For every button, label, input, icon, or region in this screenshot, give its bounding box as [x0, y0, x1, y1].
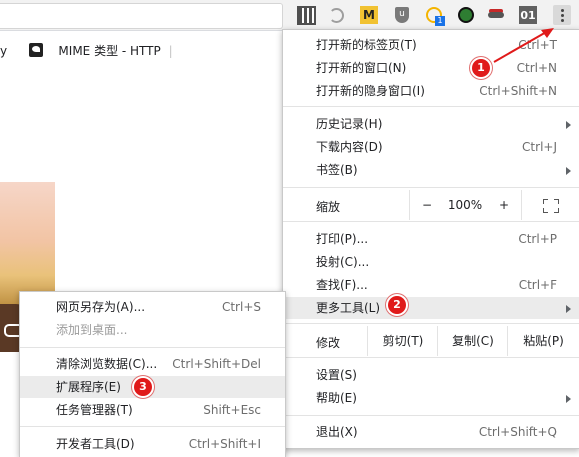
save-page-shortcut: Ctrl+S	[221, 300, 261, 314]
menu-help[interactable]: 帮助(E)	[283, 387, 579, 409]
history-icon[interactable]	[327, 6, 345, 24]
menu-find[interactable]: 查找(F)... Ctrl+F	[283, 274, 579, 296]
menu-new-incognito-shortcut: Ctrl+Shift+N	[479, 84, 557, 98]
add-to-desktop-label: 添加到桌面...	[56, 323, 128, 337]
menu-print[interactable]: 打印(P)... Ctrl+P	[283, 228, 579, 250]
ublock-icon[interactable]: u	[393, 6, 411, 24]
zoom-in-button[interactable]: +	[487, 190, 521, 220]
menu-separator	[20, 347, 285, 348]
dev-tools-label: 开发者工具(D)	[56, 437, 135, 451]
menu-new-window-label: 打开新的窗口(N)	[316, 61, 407, 75]
menu-new-tab-label: 打开新的标签页(T)	[316, 38, 417, 52]
dev-tools-shortcut: Ctrl+Shift+I	[188, 437, 261, 451]
step-badge-3: 3	[134, 378, 152, 396]
submenu-arrow-icon	[566, 305, 571, 313]
menu-cast-label: 投射(C)...	[316, 255, 370, 269]
edit-label: 修改	[316, 336, 341, 350]
step-badge-1: 1	[472, 59, 490, 77]
menu-separator	[283, 187, 579, 188]
menu-find-label: 查找(F)...	[316, 278, 368, 292]
submenu-save-page[interactable]: 网页另存为(A)... Ctrl+S	[20, 296, 285, 318]
menu-bookmarks-label: 书签(B)	[316, 163, 358, 177]
menu-downloads[interactable]: 下载内容(D) Ctrl+J	[283, 136, 579, 158]
menu-print-label: 打印(P)...	[316, 232, 369, 246]
submenu-add-to-desktop[interactable]: 添加到桌面...	[20, 319, 285, 341]
task-manager-shortcut: Shift+Esc	[203, 403, 261, 417]
menu-separator	[283, 357, 579, 358]
submenu-arrow-icon	[566, 167, 571, 175]
tab-title-row: y MIME 类型 - HTTP |	[0, 43, 173, 58]
copy-button[interactable]: 复制(C)	[437, 326, 508, 356]
extensions-label: 扩展程序(E)	[56, 380, 121, 394]
menu-find-shortcut: Ctrl+F	[518, 278, 557, 292]
address-bar[interactable]	[0, 3, 283, 29]
site-favicon-icon	[28, 43, 43, 57]
menu-edit-row: 修改 剪切(T) 复制(C) 粘贴(P)	[283, 326, 579, 356]
menu-exit[interactable]: 退出(X) Ctrl+Shift+Q	[283, 421, 579, 443]
fullscreen-icon[interactable]	[521, 190, 579, 220]
submenu-dev-tools[interactable]: 开发者工具(D) Ctrl+Shift+I	[20, 433, 285, 455]
zoom-value: 100%	[447, 198, 483, 212]
menu-exit-label: 退出(X)	[316, 425, 358, 439]
menu-separator	[283, 106, 579, 107]
checker-icon[interactable]: 1	[425, 6, 445, 26]
clear-data-shortcut: Ctrl+Shift+Del	[172, 357, 261, 371]
menu-separator	[283, 415, 579, 416]
submenu-arrow-icon	[566, 395, 571, 403]
menu-zoom-row: 缩放 − 100% +	[283, 190, 579, 220]
menu-separator	[20, 426, 285, 427]
menu-settings-label: 设置(S)	[316, 368, 357, 382]
submenu-arrow-icon	[566, 121, 571, 129]
menu-downloads-shortcut: Ctrl+J	[522, 140, 557, 154]
paste-button[interactable]: 粘贴(P)	[507, 326, 579, 356]
cut-button[interactable]: 剪切(T)	[367, 326, 438, 356]
submenu-task-manager[interactable]: 任务管理器(T) Shift+Esc	[20, 399, 285, 421]
menu-print-shortcut: Ctrl+P	[518, 232, 557, 246]
menu-exit-shortcut: Ctrl+Shift+Q	[478, 425, 557, 439]
checker-badge: 1	[435, 16, 445, 26]
menu-new-incognito[interactable]: 打开新的隐身窗口(I) Ctrl+Shift+N	[283, 80, 579, 102]
menu-cast[interactable]: 投射(C)...	[283, 251, 579, 273]
m-extension-icon[interactable]: M	[360, 6, 378, 24]
menu-bookmarks[interactable]: 书签(B)	[283, 159, 579, 181]
lock-extension-icon[interactable]	[457, 6, 475, 24]
qr-code-icon[interactable]	[296, 5, 316, 25]
menu-downloads-label: 下载内容(D)	[316, 140, 383, 154]
annotation-arrow-icon	[493, 28, 554, 63]
save-page-label: 网页另存为(A)...	[56, 300, 146, 314]
zoom-out-button[interactable]: −	[409, 190, 444, 220]
menu-settings[interactable]: 设置(S)	[283, 364, 579, 386]
tab-prefix: y	[0, 44, 8, 58]
step-badge-2: 2	[388, 296, 406, 314]
more-tools-submenu: 网页另存为(A)... Ctrl+S 添加到桌面... 清除浏览数据(C)...…	[19, 291, 286, 457]
chrome-main-menu: 打开新的标签页(T) Ctrl+T 打开新的窗口(N) Ctrl+N 打开新的隐…	[282, 29, 579, 449]
zoom-label: 缩放	[316, 200, 341, 214]
submenu-extensions[interactable]: 扩展程序(E)	[20, 376, 285, 398]
task-manager-label: 任务管理器(T)	[56, 403, 133, 417]
menu-more-tools-label: 更多工具(L)	[316, 301, 381, 315]
menu-history[interactable]: 历史记录(H)	[283, 113, 579, 135]
clear-data-label: 清除浏览数据(C)...	[56, 357, 158, 371]
submenu-clear-data[interactable]: 清除浏览数据(C)... Ctrl+Shift+Del	[20, 353, 285, 375]
menu-separator	[283, 221, 579, 222]
menu-help-label: 帮助(E)	[316, 391, 357, 405]
menu-separator	[283, 323, 579, 324]
menu-more-tools[interactable]: 更多工具(L)	[283, 297, 579, 319]
menu-history-label: 历史记录(H)	[316, 117, 383, 131]
menu-new-incognito-label: 打开新的隐身窗口(I)	[316, 84, 425, 98]
tab-title[interactable]: MIME 类型 - HTTP	[58, 44, 160, 58]
